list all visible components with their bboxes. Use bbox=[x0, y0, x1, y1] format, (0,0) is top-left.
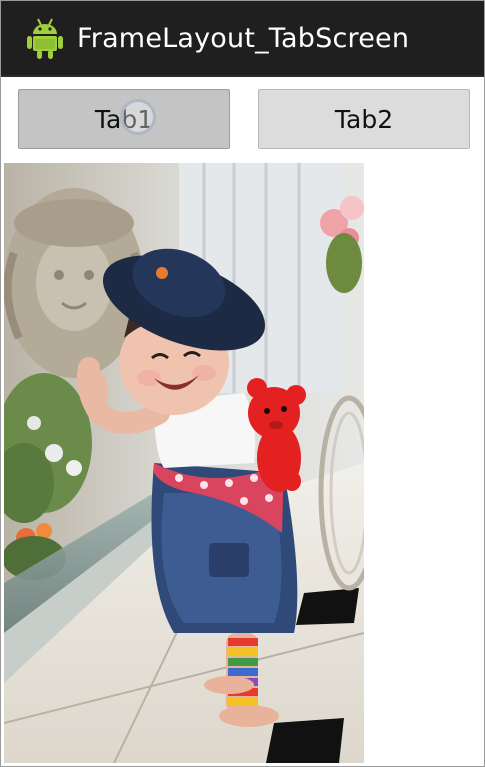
app-window: FrameLayout_TabScreen Tab1 Tab2 bbox=[0, 0, 485, 767]
app-title: FrameLayout_TabScreen bbox=[77, 23, 410, 54]
tab-2-button[interactable]: Tab2 bbox=[258, 89, 470, 149]
android-robot-icon bbox=[27, 18, 63, 59]
child-photo bbox=[4, 163, 364, 763]
action-bar: FrameLayout_TabScreen bbox=[1, 1, 484, 77]
tab-1-label: Tab1 bbox=[94, 104, 154, 134]
tab-1-button[interactable]: Tab1 bbox=[18, 89, 230, 149]
tab-2-label: Tab2 bbox=[334, 104, 394, 134]
